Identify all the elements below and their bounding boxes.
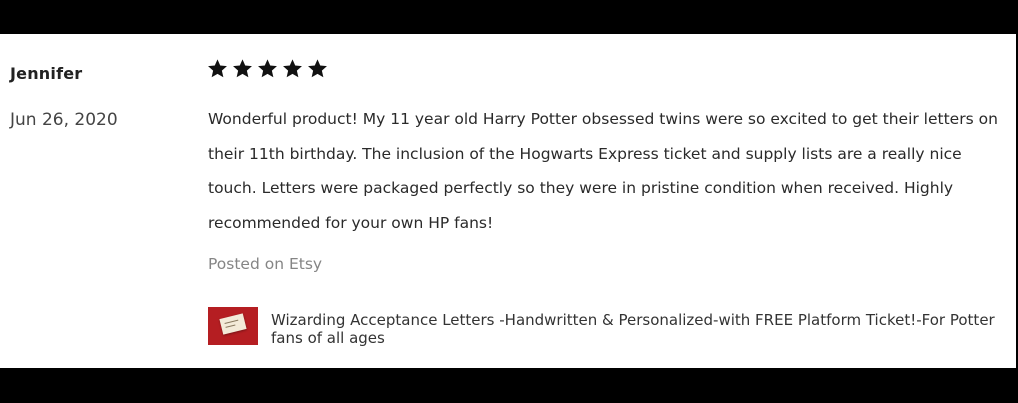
star-icon — [283, 59, 302, 78]
bottom-black-bar — [0, 368, 1018, 403]
review-date: Jun 26, 2020 — [10, 110, 118, 130]
review-text: Wonderful product! My 11 year old Harry … — [208, 110, 998, 232]
reviewer-name: Jennifer — [10, 64, 83, 83]
letter-envelope-icon — [219, 313, 247, 335]
top-black-bar — [0, 0, 1018, 34]
product-thumbnail-image[interactable] — [208, 307, 258, 345]
star-icon — [233, 59, 252, 78]
star-icon — [308, 59, 327, 78]
star-icon — [208, 59, 227, 78]
star-icon — [258, 59, 277, 78]
review-source: Posted on Etsy — [208, 255, 323, 273]
product-title-link[interactable]: Wizarding Acceptance Letters -Handwritte… — [271, 311, 1006, 347]
review-card: Jennifer Jun 26, 2020 Wonderful product!… — [0, 34, 1016, 368]
star-rating — [207, 58, 328, 79]
